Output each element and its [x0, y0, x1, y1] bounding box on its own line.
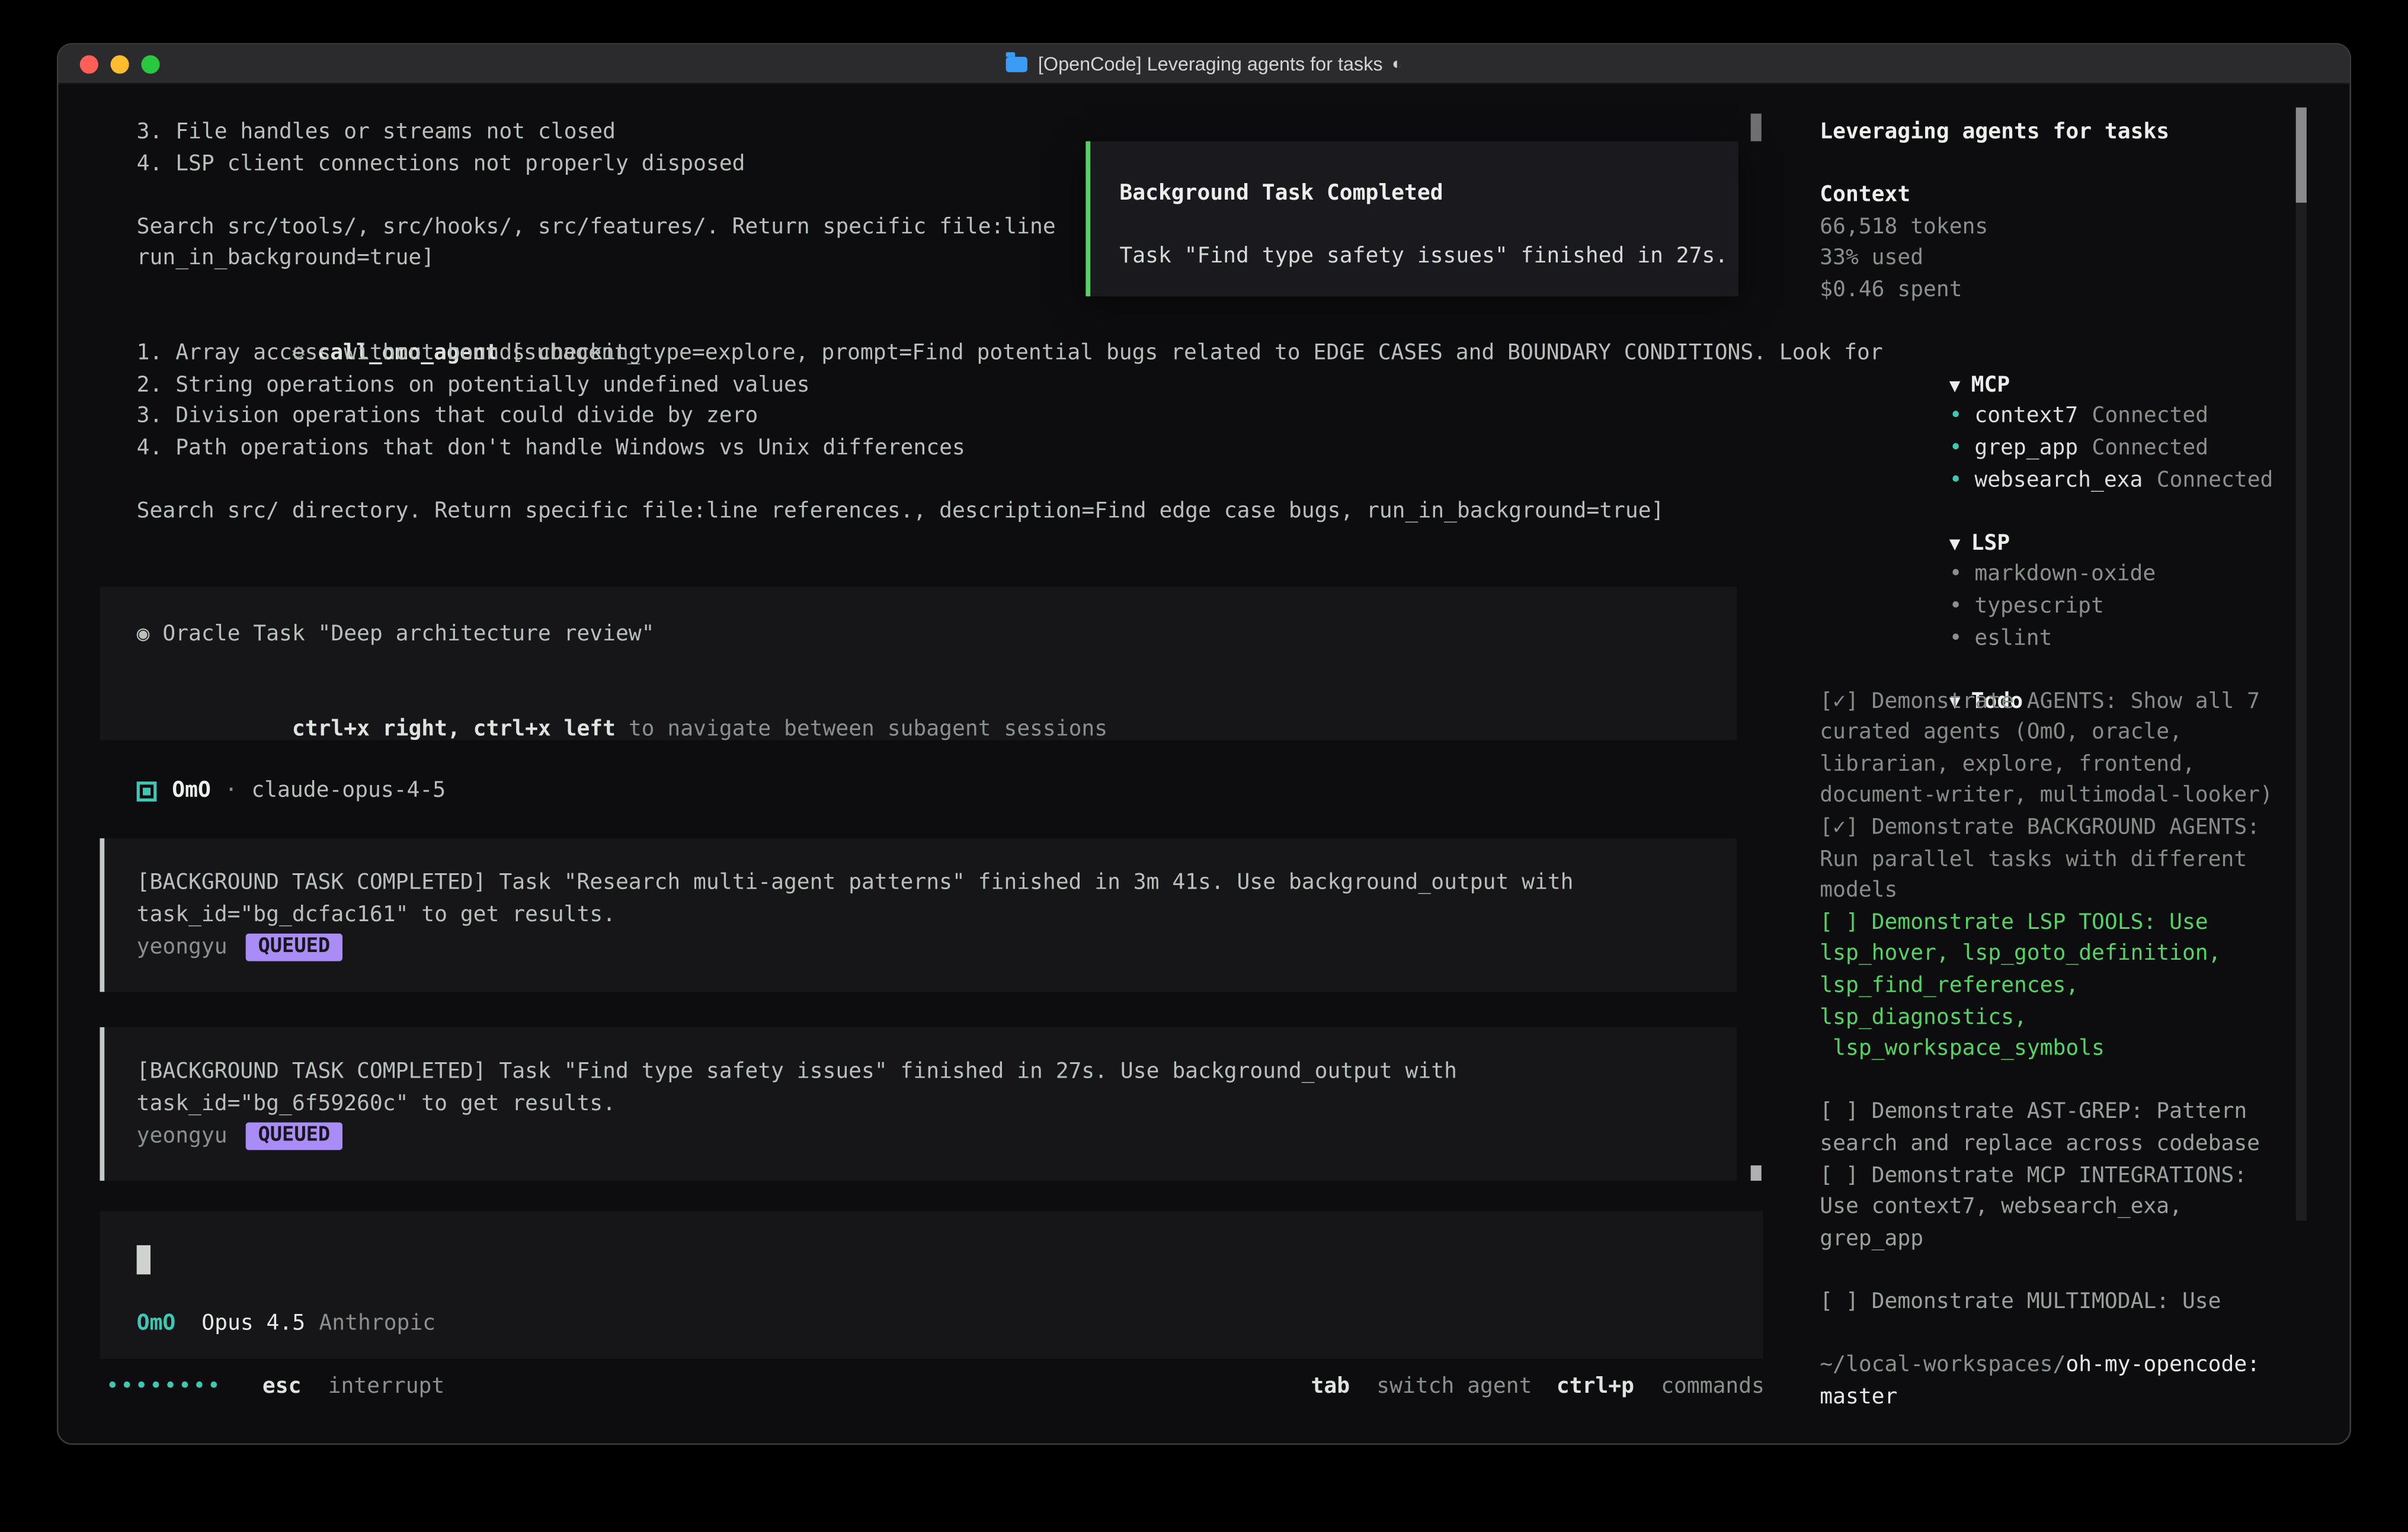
- ctrlp-key-label: commands: [1661, 1374, 1765, 1399]
- close-button[interactable]: [80, 55, 98, 73]
- background-task-message: [BACKGROUND TASK COMPLETED] Task "Find t…: [100, 1028, 1737, 1181]
- main-scrollbar-marker[interactable]: [1751, 1165, 1762, 1181]
- esc-key-hint: esc: [262, 1374, 302, 1399]
- tool-args: [subagent_type=explore, prompt=Find pote…: [511, 341, 1883, 366]
- oracle-task-title: ◉ Oracle Task "Deep architecture review": [137, 618, 1700, 650]
- collapse-triangle-icon: ▼: [1949, 374, 1961, 396]
- agent-checkbox-icon: [137, 781, 157, 801]
- titlebar: [OpenCode] Leveraging agents for tasks ◐: [58, 44, 2349, 84]
- collapse-triangle-icon: ▼: [1949, 533, 1961, 554]
- bullet-icon: •: [1949, 467, 1962, 492]
- todo-item: [ ] Demonstrate AST-GREP: Pattern search…: [1820, 1097, 2297, 1161]
- oracle-hint-text: to navigate between subagent sessions: [616, 716, 1107, 741]
- bullet-icon: •: [1949, 436, 1962, 460]
- queued-badge: QUEUED: [246, 933, 342, 961]
- ctrlp-key-hint: ctrl+p: [1557, 1374, 1634, 1399]
- tab-key-label: switch agent: [1376, 1374, 1532, 1399]
- session-title: Leveraging agents for tasks: [1820, 117, 2297, 148]
- tab-key-hint: tab: [1311, 1374, 1350, 1399]
- context-tokens: 66,518 tokens: [1820, 211, 2297, 243]
- context-heading: Context: [1820, 180, 2297, 211]
- todo-item: [ ] Demonstrate MULTIMODAL: Use: [1820, 1287, 2297, 1318]
- tool-call-line: ⚙call_omo_agent[subagent_type=explore, p…: [137, 306, 1795, 338]
- todo-item: [✓] Demonstrate BACKGROUND AGENTS: Run p…: [1820, 812, 2297, 907]
- input-agent-label: OmO: [137, 1309, 176, 1340]
- bullet-icon: •: [1949, 594, 1962, 618]
- main-scrollbar-thumb[interactable]: [1751, 114, 1762, 142]
- window-title: [OpenCode] Leveraging agents for tasks: [1038, 53, 1383, 74]
- queued-badge: QUEUED: [246, 1122, 342, 1150]
- bullet-icon: •: [1949, 405, 1962, 429]
- agent-header: OmO · claude-opus-4-5: [137, 775, 1795, 806]
- log-line: Search src/ directory. Return specific f…: [137, 496, 1795, 527]
- background-task-message: [BACKGROUND TASK COMPLETED] Task "Resear…: [100, 839, 1737, 992]
- todo-item: [ ] Demonstrate LSP TOOLS: Use lsp_hover…: [1820, 907, 2297, 1065]
- log-line: 2. String operations on potentially unde…: [137, 370, 1795, 401]
- folder-icon: [1006, 56, 1027, 72]
- terminal-window: [OpenCode] Leveraging agents for tasks ◐…: [57, 43, 2351, 1445]
- mcp-section-header[interactable]: ▼MCP: [1820, 338, 2297, 370]
- bullet-icon: •: [1949, 562, 1962, 586]
- agent-model: claude-opus-4-5: [251, 778, 446, 803]
- git-branch: master: [1820, 1384, 1897, 1409]
- todo-item: [✓] Demonstrate AGENTS: Show all 7 curat…: [1820, 686, 2297, 812]
- separator-dot: ·: [225, 778, 238, 803]
- message-line: [BACKGROUND TASK COMPLETED] Task "Find t…: [137, 1057, 1737, 1088]
- sidebar-scrollbar-thumb[interactable]: [2296, 107, 2307, 203]
- spinner-dots-icon: ••••••••: [106, 1374, 222, 1399]
- message-author: yeongyu: [137, 935, 228, 959]
- task-completed-toast: Background Task Completed Task "Find typ…: [1085, 141, 1738, 296]
- todo-item: [ ] Demonstrate MCP INTEGRATIONS: Use co…: [1820, 1160, 2297, 1255]
- log-line: 4. Path operations that don't handle Win…: [137, 433, 1795, 464]
- toast-title: Background Task Completed: [1119, 178, 1738, 210]
- context-spent: $0.46 spent: [1820, 275, 2297, 306]
- message-author: yeongyu: [137, 1124, 228, 1148]
- zoom-button[interactable]: [141, 55, 159, 73]
- screen: [OpenCode] Leveraging agents for tasks ◐…: [0, 0, 2408, 1532]
- prompt-input[interactable]: OmO Opus 4.5 Anthropic: [100, 1212, 1763, 1360]
- esc-key-label: interrupt: [328, 1374, 445, 1399]
- oracle-hint: ctrl+x right, ctrl+x left to navigate be…: [137, 682, 1700, 713]
- agent-name: OmO: [172, 778, 211, 803]
- message-line: task_id="bg_6f59260c" to get results.: [137, 1088, 1737, 1120]
- message-line: [BACKGROUND TASK COMPLETED] Task "Resear…: [137, 868, 1737, 899]
- session-sidebar: Leveraging agents for tasks Context 66,5…: [1795, 85, 2350, 1444]
- text-cursor: [137, 1246, 150, 1275]
- chat-main-area: 3. File handles or streams not closed 4.…: [58, 85, 1795, 1444]
- oracle-hint-keys: ctrl+x right, ctrl+x left: [292, 716, 616, 741]
- log-line: 3. Division operations that could divide…: [137, 401, 1795, 432]
- bullet-icon: •: [1949, 626, 1962, 650]
- workspace-path: ~/local-workspaces/oh-my-opencode: maste…: [1820, 1350, 2297, 1414]
- oracle-task-panel: ◉ Oracle Task "Deep architecture review"…: [100, 586, 1737, 739]
- toast-body: Task "Find type safety issues" finished …: [1119, 241, 1738, 272]
- context-used: 33% used: [1820, 243, 2297, 274]
- message-line: task_id="bg_dcfac161" to get results.: [137, 900, 1737, 931]
- input-provider-label: Anthropic: [319, 1309, 436, 1340]
- sidebar-scrollbar-track[interactable]: [2296, 107, 2307, 1220]
- input-model-label: Opus 4.5: [201, 1309, 305, 1340]
- status-bar: •••••••• esc interrupt tab switch agent …: [58, 1371, 1795, 1403]
- minimize-button[interactable]: [111, 55, 129, 73]
- session-indicator-icon: ◐: [1392, 55, 1402, 73]
